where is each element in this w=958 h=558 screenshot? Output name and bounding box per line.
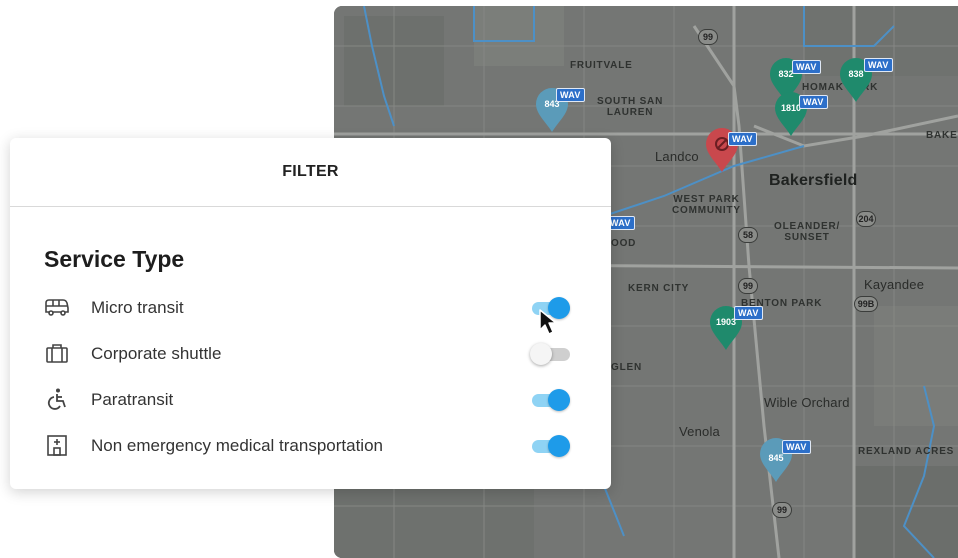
- filter-panel: FILTER Service Type Micro transit Corpor…: [10, 138, 611, 489]
- vehicle-pin[interactable]: 1903 WAV: [706, 304, 763, 352]
- map-label-bake: BAKE: [926, 130, 958, 141]
- nemt-toggle[interactable]: [530, 434, 572, 458]
- wav-badge: WAV: [734, 306, 763, 320]
- wheelchair-icon: [44, 387, 70, 411]
- briefcase-icon: [44, 341, 70, 365]
- map-label-oleander-sunset: OLEANDER/ SUNSET: [774, 221, 841, 243]
- highway-shield: 99: [738, 278, 758, 294]
- highway-shield: 99: [698, 29, 718, 45]
- map-label-landco: Landco: [655, 149, 699, 164]
- service-type-heading: Service Type: [44, 246, 185, 272]
- corporate-shuttle-toggle[interactable]: [530, 342, 572, 366]
- option-label: Non emergency medical transportation: [91, 436, 383, 455]
- toggle-knob: [548, 389, 570, 411]
- wav-badge: WAV: [728, 132, 757, 146]
- vehicle-number: 845: [768, 453, 784, 463]
- highway-shield: 204: [856, 211, 876, 227]
- wav-badge: WAV: [556, 88, 585, 102]
- mouse-cursor-icon: [539, 309, 557, 335]
- wav-badge: WAV: [782, 440, 811, 454]
- filter-title: FILTER: [282, 163, 339, 180]
- highway-shield: 99: [772, 502, 792, 518]
- vehicle-pin[interactable]: 1810 WAV: [771, 90, 828, 138]
- option-label: Micro transit: [91, 298, 184, 317]
- map-label-kayandee: Kayandee: [864, 277, 925, 292]
- map-label-south-san-lauren: SOUTH SAN LAUREN: [597, 96, 664, 118]
- van-icon: [44, 295, 70, 319]
- filter-option-corporate-shuttle: Corporate shuttle: [44, 339, 574, 369]
- map-label-venola: Venola: [679, 424, 720, 439]
- vehicle-pin[interactable]: 845 WAV: [756, 436, 811, 484]
- highway-shield: 58: [738, 227, 758, 243]
- vehicle-pin[interactable]: 843 WAV: [532, 86, 585, 134]
- filter-option-nemt: Non emergency medical transportation: [44, 431, 574, 461]
- map-label-kern-city: KERN CITY: [628, 283, 690, 294]
- hospital-icon: [44, 433, 70, 457]
- vehicle-pin-unavailable[interactable]: WAV: [702, 126, 757, 174]
- map-label-wible-orchard: Wible Orchard: [764, 395, 850, 410]
- option-label: Paratransit: [91, 390, 174, 409]
- filter-header: FILTER: [10, 138, 611, 207]
- highway-shield: 99B: [854, 296, 878, 312]
- filter-option-paratransit: Paratransit: [44, 385, 574, 415]
- option-label: Corporate shuttle: [91, 344, 222, 363]
- filter-option-micro-transit: Micro transit: [44, 293, 574, 323]
- toggle-knob: [548, 435, 570, 457]
- wav-badge: WAV: [864, 58, 893, 72]
- map-label-glen: GLEN: [611, 362, 642, 373]
- map-label-fruitvale: FRUITVALE: [570, 60, 633, 71]
- toggle-knob: [530, 343, 552, 365]
- wav-badge: WAV: [799, 95, 828, 109]
- wav-badge: WAV: [792, 60, 821, 74]
- map-label-west-park-community: WEST PARK COMMUNITY: [672, 194, 741, 216]
- map-label-rexland-acres: REXLAND ACRES: [858, 446, 955, 457]
- paratransit-toggle[interactable]: [530, 388, 572, 412]
- map-label-bakersfield: Bakersfield: [769, 172, 858, 189]
- vehicle-pin[interactable]: 838 WAV: [836, 56, 893, 104]
